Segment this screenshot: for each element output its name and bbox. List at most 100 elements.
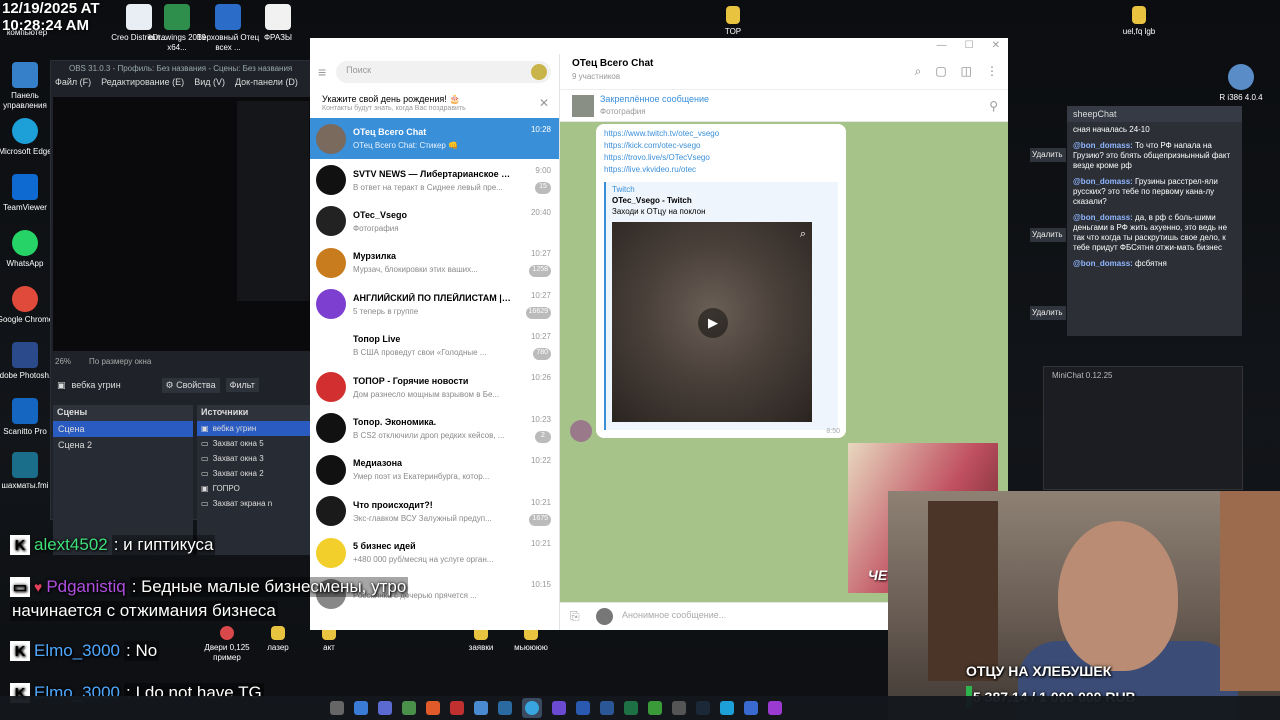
desktop-icon-folder-act[interactable]: акт	[294, 626, 364, 653]
birthday-banner[interactable]: Укажите свой день рождения! 🎂 Контакты б…	[310, 90, 559, 118]
desktop-icon-phrases[interactable]: ФРАЗЫ	[243, 4, 313, 43]
chat-list-item[interactable]: Медиазона Умер поэт из Екатеринбурга, кот…	[310, 449, 559, 490]
chat-time: 10:21	[530, 497, 551, 507]
edge-icon[interactable]	[720, 701, 734, 715]
steam-icon[interactable]	[696, 701, 710, 715]
app-icon[interactable]	[768, 701, 782, 715]
app-icon[interactable]	[498, 701, 512, 715]
search-input[interactable]: Поиск	[336, 61, 551, 83]
video-thumbnail[interactable]: ⌕ ▶	[612, 222, 812, 422]
chat-list-item[interactable]: Мурзилка Мурзач, блокировки этих вашиx...…	[310, 242, 559, 283]
app-icon[interactable]	[402, 701, 416, 715]
obs-menu-docks[interactable]: Док-панели (D)	[235, 77, 298, 91]
app-icon[interactable]	[378, 701, 392, 715]
maximize-icon[interactable]: ☐	[965, 40, 974, 52]
delete-button[interactable]: Удалить	[1030, 148, 1066, 162]
more-icon[interactable]: ⋮	[986, 64, 998, 79]
window-icon: ▭	[201, 454, 209, 463]
chat-list-item[interactable]: 5 бизнес идей +480 000 руб/месяц на услуг…	[310, 532, 559, 573]
obs-zoom-bar[interactable]: 26% По размеру окна	[55, 357, 151, 366]
unread-badge: 15	[535, 182, 551, 195]
desktop-icon-folder-uel[interactable]: uel,fq lgb	[1104, 6, 1174, 37]
obs-menu-edit[interactable]: Редактирование (E)	[101, 77, 184, 91]
zoom-icon[interactable]: ⌕	[800, 228, 806, 241]
obs-source-item[interactable]: ▣ вебка угрин	[197, 421, 311, 436]
minimize-icon[interactable]: —	[937, 40, 947, 52]
word-icon[interactable]	[600, 701, 614, 715]
delete-button[interactable]: Удалить	[1030, 306, 1066, 320]
webcam-poster	[1220, 491, 1280, 691]
app-icon[interactable]	[672, 701, 686, 715]
gear-icon[interactable]	[330, 701, 344, 715]
chat-list-item[interactable]: АНГЛИЙСКИЙ ПО ПЛЕЙЛИСТАМ | Е... 5 теперь …	[310, 284, 559, 325]
taskbar	[0, 696, 1280, 720]
message-link[interactable]: https://www.twitch.tv/otec_vsego	[604, 128, 838, 140]
excel-icon[interactable]	[624, 701, 638, 715]
menu-icon[interactable]: ≡	[318, 64, 326, 80]
chat-list-item[interactable]: Топор. Экономика. В CS2 отключили дроп ре…	[310, 408, 559, 449]
obs-properties-button[interactable]: ⚙ Свойства	[161, 377, 220, 393]
chat-preview: +480 000 руб/месяц на услуге орган...	[353, 555, 494, 565]
chat-list-item[interactable]: SVTV NEWS — Либертарианское С... В ответ …	[310, 159, 559, 200]
search-icon[interactable]: ⌕	[915, 64, 922, 79]
overlay-chat-line: K alext4502: и гиптикуса	[10, 535, 216, 555]
chat-preview: Дом разнесло мощным взрывом в Бе...	[353, 389, 500, 399]
close-icon[interactable]: ✕	[539, 96, 549, 110]
app-icon[interactable]	[552, 701, 566, 715]
obs-source-item[interactable]: ▣ ГОПРО	[197, 481, 311, 496]
link-preview-card[interactable]: Twitch OTec_Vsego - Twitch Заходи к ОТцу…	[604, 182, 838, 430]
obs-zoom-mode[interactable]: По размеру окна	[89, 357, 151, 366]
message-link[interactable]: https://kick.com/otec-vsego	[604, 140, 838, 152]
obs-filters-button[interactable]: Фильт	[225, 378, 259, 392]
desktop-icon-folder-top[interactable]: TOP	[698, 6, 768, 37]
obs-scenes-panel: Сцены Сцена Сцена 2	[53, 405, 193, 555]
app-icon[interactable]	[744, 701, 758, 715]
topics-icon[interactable]: ▢	[935, 64, 946, 79]
app-icon[interactable]	[450, 701, 464, 715]
minichat-window[interactable]: MiniChat 0.12.25	[1043, 366, 1243, 490]
app-icon[interactable]	[648, 701, 662, 715]
message-bubble[interactable]: https://www.twitch.tv/otec_vsego https:/…	[596, 124, 846, 438]
play-icon[interactable]: ▶	[698, 308, 728, 338]
kick-icon: K	[10, 641, 30, 661]
close-icon[interactable]: ✕	[992, 40, 1000, 52]
attach-icon[interactable]: ⎘	[570, 609, 580, 624]
anonymous-avatar[interactable]	[596, 608, 613, 625]
avatar[interactable]	[570, 420, 592, 442]
obs-scenes-header: Сцены	[53, 405, 193, 421]
pin-icon[interactable]: ⚲	[989, 99, 998, 113]
chat-line: @bon_domass: фсбятня	[1073, 259, 1167, 268]
chat-name: Мурзилка	[353, 251, 396, 262]
chat-list-item[interactable]: ТОПОР - Горячие новости Дом разнесло мощн…	[310, 366, 559, 407]
obs-scene-item[interactable]: Сцена	[53, 421, 193, 437]
obs-scene-item[interactable]: Сцена 2	[53, 437, 193, 453]
app-icon[interactable]	[354, 701, 368, 715]
obs-source-item[interactable]: ▭ Захват окна 2	[197, 466, 311, 481]
chat-list-item-body: Топор Live В США проведут свои «Голодные …	[353, 334, 553, 357]
obs-menu-file[interactable]: Файл (F)	[55, 77, 91, 91]
obs-menu-view[interactable]: Вид (V)	[194, 77, 225, 91]
emoji-status-icon[interactable]	[531, 64, 547, 80]
obs-source-item[interactable]: ▭ Захват экрана n	[197, 496, 311, 511]
chat-list-item[interactable]: ОТес_Vsego Фотография 20:40	[310, 201, 559, 242]
obs-source-item[interactable]: ▭ Захват окна 5	[197, 436, 311, 451]
chat-list-item[interactable]: Топор Live В США проведут свои «Голодные …	[310, 325, 559, 366]
sidebar-icon[interactable]: ◫	[961, 64, 972, 79]
pinned-message-bar[interactable]: Закреплённое сообщение Фотография ⚲	[560, 90, 1008, 122]
message-link[interactable]: https://trovo.live/s/OTecVsego	[604, 152, 838, 164]
telegram-taskbar-icon[interactable]	[522, 698, 542, 718]
app-icon[interactable]	[474, 701, 488, 715]
message-link[interactable]: https://live.vkvideo.ru/otec	[604, 164, 838, 176]
chat-list-item-body: ОТес_Vsego Фотография	[353, 210, 553, 233]
chat-header[interactable]: ОТец Всего Chat 9 участников ⌕ ▢ ◫ ⋮	[560, 54, 1008, 90]
brave-icon[interactable]	[426, 701, 440, 715]
delete-button[interactable]: Удалить	[1030, 228, 1066, 242]
chat-time: 9:00	[535, 166, 551, 176]
chat-list-item[interactable]: ОТец Всего Chat ОТец Всего Chat: Стикер 👊…	[310, 118, 559, 160]
obs-source-item[interactable]: ▭ Захват окна 3	[197, 451, 311, 466]
desktop-icon-doors[interactable]: Двери 0,125 пример	[192, 626, 262, 663]
desktop-icon-r[interactable]: R i386 4.0.4	[1206, 64, 1276, 103]
app-icon[interactable]	[576, 701, 590, 715]
chat-list-item[interactable]: Что происходит?! Экс-главком ВСУ Залужный…	[310, 491, 559, 532]
desktop-icon-folder-myu[interactable]: мьюююю	[496, 626, 566, 653]
